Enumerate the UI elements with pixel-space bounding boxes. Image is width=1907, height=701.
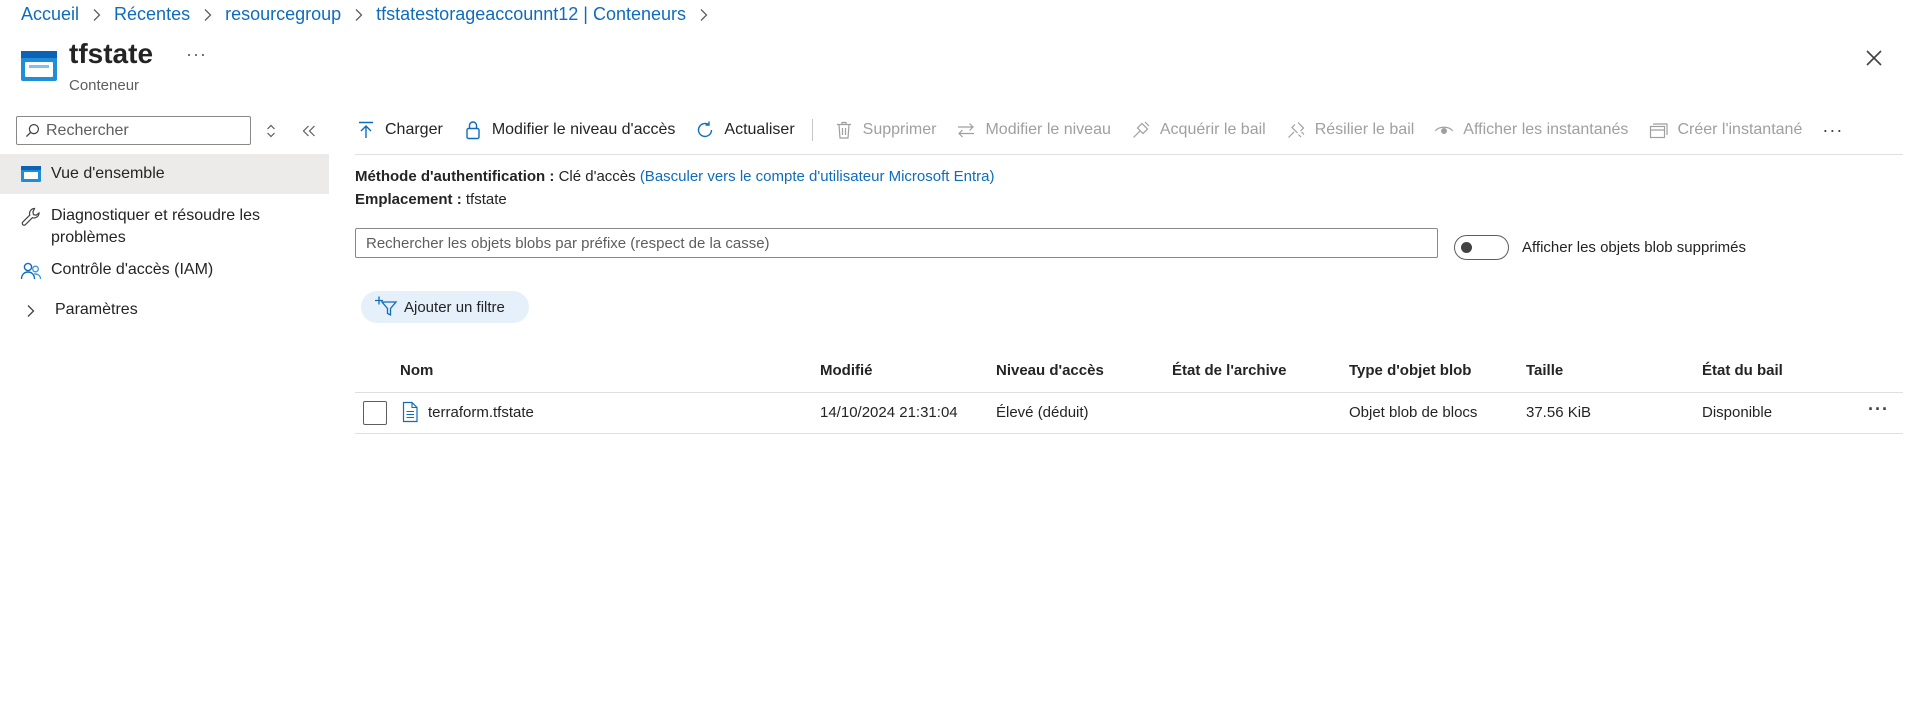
sidebar-item-label: Vue d'ensemble <box>51 165 165 182</box>
container-icon <box>21 166 41 182</box>
sort-icon[interactable] <box>261 121 281 141</box>
column-header-archive-status[interactable]: État de l'archive <box>1172 362 1286 379</box>
chevron-right-icon <box>27 304 35 317</box>
breadcrumb-resourcegroup-link[interactable]: resourcegroup <box>225 4 341 25</box>
row-more-button[interactable]: ··· <box>1868 399 1889 420</box>
acquire-lease-button[interactable]: Acquérir le bail <box>1131 120 1266 140</box>
view-snapshots-button[interactable]: Afficher les instantanés <box>1434 120 1628 140</box>
add-filter-label: Ajouter un filtre <box>404 298 505 316</box>
toolbar-more-button[interactable]: ··· <box>1822 120 1843 141</box>
delete-label: Supprimer <box>862 121 937 138</box>
delete-button[interactable]: Supprimer <box>834 120 937 140</box>
chevron-right-icon <box>698 8 709 22</box>
column-header-name[interactable]: Nom <box>400 362 433 379</box>
upload-label: Charger <box>385 121 443 138</box>
command-bar: Charger Modifier le niveau d'accès Actua… <box>356 116 1843 144</box>
location-label: Emplacement : <box>355 191 462 208</box>
blob-type-cell: Objet blob de blocs <box>1349 404 1478 421</box>
lock-icon <box>466 121 480 140</box>
add-filter-button[interactable]: Ajouter un filtre <box>361 291 529 323</box>
toolbar-divider <box>811 119 813 141</box>
sidebar-item-label: Diagnostiquer et résoudre les problèmes <box>51 207 261 246</box>
modified-cell: 14/10/2024 21:31:04 <box>820 404 958 421</box>
chevron-right-icon <box>202 8 213 22</box>
more-actions-button[interactable]: ··· <box>186 44 207 65</box>
sidebar-item-iam[interactable]: Contrôle d'accès (IAM) <box>0 259 329 281</box>
sidebar-item-label: Paramètres <box>55 301 138 318</box>
column-header-lease-state[interactable]: État du bail <box>1702 362 1783 379</box>
upload-button[interactable]: Charger <box>356 120 443 140</box>
acquire-lease-label: Acquérir le bail <box>1159 121 1266 138</box>
show-deleted-blobs-label: Afficher les objets blob supprimés <box>1522 239 1747 256</box>
toggle-knob <box>1461 242 1472 253</box>
size-cell: 37.56 KiB <box>1526 404 1592 421</box>
add-filter-icon <box>375 296 398 317</box>
show-deleted-blobs-toggle[interactable] <box>1454 235 1509 260</box>
auth-method-value: Clé d'accès <box>558 168 636 185</box>
close-icon[interactable] <box>1862 46 1886 70</box>
lease-state-cell: Disponible <box>1702 404 1773 421</box>
break-lease-label: Résilier le bail <box>1314 121 1415 138</box>
upload-icon <box>359 121 373 138</box>
sidebar-item-overview[interactable]: Vue d'ensemble <box>0 154 329 194</box>
location-value: tfstate <box>465 191 507 208</box>
toolbar-divider-line <box>355 154 1903 155</box>
swap-arrows-icon <box>958 123 975 138</box>
column-header-blob-type[interactable]: Type d'objet blob <box>1349 362 1471 379</box>
chevron-right-icon <box>353 8 364 22</box>
link-icon <box>1132 121 1150 138</box>
broken-link-icon <box>1287 122 1305 138</box>
row-select-checkbox[interactable] <box>363 401 387 425</box>
table-row-divider <box>355 433 1903 434</box>
location-line: Emplacement : tfstate <box>355 191 507 208</box>
view-snapshots-label: Afficher les instantanés <box>1463 121 1629 138</box>
refresh-button[interactable]: Actualiser <box>695 120 795 140</box>
auth-method-label: Méthode d'authentification : <box>355 168 555 185</box>
chevron-right-icon <box>91 8 102 22</box>
wrench-icon <box>21 207 40 226</box>
column-header-modified[interactable]: Modifié <box>820 362 873 379</box>
collapse-sidebar-icon[interactable] <box>299 121 319 141</box>
column-header-access-tier[interactable]: Niveau d'accès <box>996 362 1104 379</box>
break-lease-button[interactable]: Résilier le bail <box>1286 120 1415 140</box>
sidebar-search-input[interactable] <box>46 121 246 140</box>
container-icon <box>21 51 57 81</box>
blob-name-cell[interactable]: terraform.tfstate <box>428 404 534 421</box>
column-header-size[interactable]: Taille <box>1526 362 1563 379</box>
create-snapshot-label: Créer l'instantané <box>1677 121 1803 138</box>
page-subtitle: Conteneur <box>69 77 140 94</box>
table-row[interactable] <box>355 393 1903 433</box>
sidebar-item-diagnose[interactable]: Diagnostiquer et résoudre les problèmes <box>0 205 329 249</box>
sidebar-search-box <box>16 116 251 145</box>
blob-prefix-search-input[interactable] <box>355 228 1438 258</box>
eye-icon <box>1435 126 1454 134</box>
snapshot-icon <box>1650 123 1669 139</box>
change-access-level-button[interactable]: Modifier le niveau d'accès <box>463 120 676 140</box>
change-tier-button[interactable]: Modifier le niveau <box>956 120 1111 140</box>
auth-method-line: Méthode d'authentification : Clé d'accès… <box>355 168 994 185</box>
page-title: tfstate <box>69 38 154 69</box>
file-icon <box>402 401 418 423</box>
switch-to-entra-link[interactable]: (Basculer vers le compte d'utilisateur M… <box>640 168 995 185</box>
sidebar-item-label: Contrôle d'accès (IAM) <box>51 261 214 278</box>
sidebar-item-settings[interactable]: Paramètres <box>0 299 329 321</box>
trash-icon <box>836 121 851 139</box>
people-icon <box>20 262 42 279</box>
refresh-icon <box>698 121 713 138</box>
change-access-level-label: Modifier le niveau d'accès <box>491 121 676 138</box>
access-tier-cell: Élevé (déduit) <box>996 404 1089 421</box>
create-snapshot-button[interactable]: Créer l'instantané <box>1648 120 1802 140</box>
sidebar-nav: Vue d'ensemble Diagnostiquer et résoudre… <box>0 154 329 321</box>
refresh-label: Actualiser <box>724 121 795 138</box>
change-tier-label: Modifier le niveau <box>985 121 1111 138</box>
breadcrumb-home-link[interactable]: Accueil <box>21 4 79 25</box>
breadcrumb: Accueil Récentes resourcegroup tfstatest… <box>21 4 721 25</box>
breadcrumb-storage-account-link[interactable]: tfstatestorageaccounnt12 | Conteneurs <box>376 4 686 25</box>
breadcrumb-recent-link[interactable]: Récentes <box>114 4 190 25</box>
search-icon <box>25 123 40 138</box>
